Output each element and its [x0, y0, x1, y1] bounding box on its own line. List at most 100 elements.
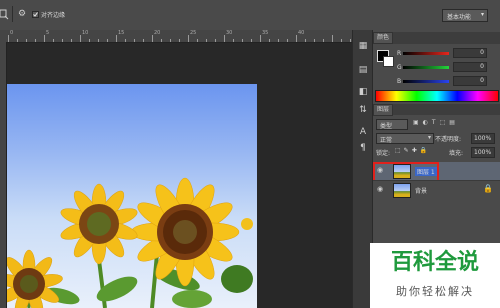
watermark: 百科全说 助你轻松解决	[370, 243, 500, 308]
background-color-swatch[interactable]	[383, 56, 394, 67]
ruler-tick	[323, 39, 324, 42]
ruler-tick	[98, 39, 99, 42]
filter-icons[interactable]: ▣◐T⬚▤	[413, 119, 459, 126]
kind-filter-label: 类型	[380, 123, 393, 130]
lock-icons[interactable]: ⬚✎✚🔒	[395, 147, 430, 154]
ruler-tick	[296, 35, 297, 42]
ruler-number: 15	[118, 30, 125, 36]
watermark-title: 百科全说	[390, 250, 479, 275]
ruler-tick	[116, 35, 117, 42]
blue-slider[interactable]	[403, 80, 449, 83]
history-icon[interactable]: ⇅	[357, 104, 369, 116]
ruler-tick	[62, 39, 63, 42]
ruler-tick	[107, 39, 108, 42]
layers-panel-header: 图层	[373, 104, 500, 116]
red-value[interactable]: 0	[453, 48, 487, 58]
options-bar: ⚙ 对齐边缘 基本功能 ▾	[0, 0, 500, 31]
ruler-number: 40	[298, 30, 305, 36]
ruler-number: 5	[46, 30, 50, 36]
ruler-tick	[287, 39, 288, 42]
align-edges-label: 对齐边缘	[41, 12, 66, 19]
ruler-tick	[188, 35, 189, 42]
layer-thumbnail	[393, 183, 411, 198]
layer-name: 背景	[415, 188, 428, 195]
ruler-tick	[26, 39, 27, 42]
blend-mode-dropdown[interactable]: 正常 ▾	[376, 133, 434, 144]
opacity-input[interactable]: 100%	[471, 133, 495, 144]
fill-value: 100%	[474, 149, 492, 156]
swatches-icon[interactable]: ▤	[357, 64, 369, 76]
ruler-tick	[161, 39, 162, 42]
b-label: B	[397, 78, 402, 85]
tool-preset-icon[interactable]	[0, 8, 10, 20]
eye-icon[interactable]: ◉	[377, 185, 383, 193]
blue-value[interactable]: 0	[453, 76, 487, 86]
vertical-ruler[interactable]	[0, 42, 7, 308]
workspace-dropdown[interactable]: 基本功能 ▾	[442, 9, 488, 22]
blend-mode-label: 正常	[380, 137, 393, 144]
ruler-tick	[242, 39, 243, 42]
lock-label: 锁定:	[376, 150, 391, 157]
ruler-tick	[350, 39, 351, 42]
ruler-tick	[224, 35, 225, 42]
character-icon[interactable]: A	[357, 126, 369, 138]
ruler-tick	[71, 39, 72, 42]
ruler-tick	[305, 39, 306, 42]
g-label: G	[397, 64, 402, 71]
ruler-tick	[134, 39, 135, 42]
horizontal-ruler[interactable]: 0 5 10 15 20 25 30 35 40	[0, 30, 352, 43]
ruler-tick	[89, 39, 90, 42]
ruler-number: 10	[82, 30, 89, 36]
layer-row[interactable]: ◉ 背景 🔒	[373, 180, 500, 199]
red-slider[interactable]	[403, 52, 449, 55]
r-label: R	[397, 50, 402, 57]
ruler-number: 35	[262, 30, 269, 36]
chevron-down-icon: ▾	[427, 134, 431, 141]
chevron-down-icon: ▾	[480, 11, 484, 18]
document-image[interactable]	[7, 84, 257, 308]
gear-icon[interactable]: ⚙	[18, 9, 28, 19]
color-panel-icon[interactable]: ▦	[357, 40, 369, 52]
ruler-tick	[332, 35, 333, 42]
ruler-tick	[143, 39, 144, 42]
ruler-tick	[170, 39, 171, 42]
ruler-tick	[278, 39, 279, 42]
tab-layers[interactable]: 图层	[373, 104, 394, 116]
opacity-value: 100%	[474, 135, 492, 142]
sunflower-photo	[7, 177, 253, 308]
ruler-tick	[233, 39, 234, 42]
ruler-tick	[80, 35, 81, 42]
paragraph-icon[interactable]: ¶	[357, 142, 369, 154]
ruler-tick	[44, 35, 45, 42]
workspace-label: 基本功能	[447, 14, 472, 21]
ruler-tick	[206, 39, 207, 42]
adjustments-icon[interactable]: ◧	[357, 86, 369, 98]
ruler-tick	[197, 39, 198, 42]
opacity-label: 不透明度:	[435, 136, 462, 143]
align-edges-checkbox[interactable]	[32, 11, 39, 18]
fill-input[interactable]: 100%	[471, 147, 495, 158]
ruler-tick	[152, 35, 153, 42]
ruler-tick	[179, 39, 180, 42]
ruler-tick	[269, 39, 270, 42]
highlight-box	[373, 162, 439, 182]
ruler-number: 25	[190, 30, 197, 36]
ruler-tick	[251, 39, 252, 42]
green-value[interactable]: 0	[453, 62, 487, 72]
ruler-number: 20	[154, 30, 161, 36]
lock-icon: 🔒	[483, 184, 493, 193]
ruler-tick	[35, 39, 36, 42]
color-spectrum-bar[interactable]	[375, 90, 499, 102]
ruler-tick	[260, 35, 261, 42]
layer-kind-filter[interactable]: 类型	[376, 119, 408, 130]
ruler-tick	[125, 39, 126, 42]
ruler-tick	[8, 35, 9, 42]
ruler-number: 30	[226, 30, 233, 36]
tab-color[interactable]: 颜色	[373, 32, 394, 44]
green-slider[interactable]	[403, 66, 449, 69]
ruler-tick	[341, 39, 342, 42]
ruler-tick	[17, 39, 18, 42]
ruler-tick	[215, 39, 216, 42]
layer-row-selected[interactable]: ◉ 图层 1	[373, 162, 500, 182]
color-panel-header: 颜色	[373, 32, 500, 44]
